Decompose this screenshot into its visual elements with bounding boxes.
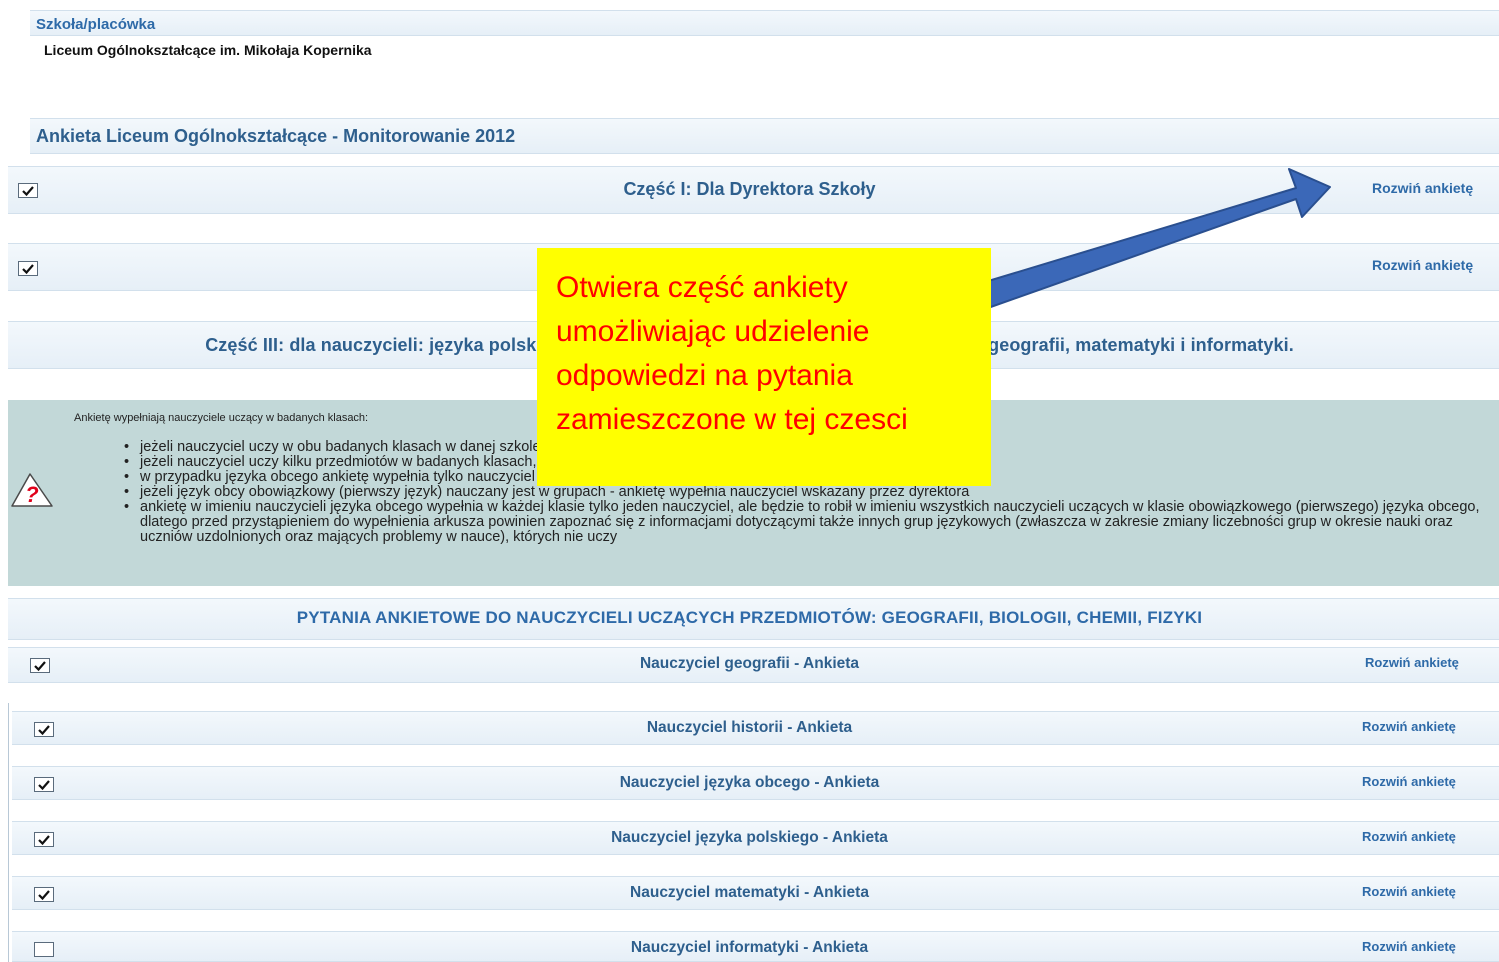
callout-text: Otwiera część ankiety umożliwiając udzie… (556, 271, 908, 436)
survey-title: Ankieta Liceum Ogólnokształcące - Monito… (36, 126, 516, 146)
school-label-bar (30, 10, 1499, 36)
help-icon: ? (11, 473, 53, 507)
expand-survey-link[interactable]: Rozwiń ankietę (1362, 939, 1456, 954)
expand-survey-link[interactable]: Rozwiń ankietę (1372, 257, 1473, 273)
survey-title: Nauczyciel języka obcego - Ankieta (619, 774, 880, 791)
survey-title: Nauczyciel geografii - Ankieta (639, 655, 860, 672)
callout-box: Otwiera część ankiety umożliwiając udzie… (537, 248, 991, 486)
expand-survey-link[interactable]: Rozwiń ankietę (1365, 655, 1459, 670)
expand-survey-link[interactable]: Rozwiń ankietę (1362, 719, 1456, 734)
svg-text:?: ? (25, 482, 38, 507)
expand-survey-link[interactable]: Rozwiń ankietę (1362, 884, 1456, 899)
survey-title: Nauczyciel matematyki - Ankieta (630, 884, 869, 901)
instructions-intro: Ankietę wypełniają nauczyciele uczący w … (74, 412, 369, 424)
survey-title: Nauczyciel informatyki - Ankieta (630, 939, 869, 956)
list-item: jeżeli język obcy obowiązkowy (pierwszy … (120, 485, 1490, 501)
school-name: Liceum Ogólnokształcące im. Mikołaja Kop… (44, 42, 372, 58)
questions-heading: PYTANIA ANKIETOWE DO NAUCZYCIELI UCZĄCYC… (296, 608, 1203, 627)
survey-title: Nauczyciel języka polskiego - Ankieta (611, 829, 888, 846)
expand-survey-link[interactable]: Rozwiń ankietę (1362, 774, 1456, 789)
part-title: Część I: Dla Dyrektora Szkoły (623, 179, 876, 199)
list-item: ankietę w imieniu nauczycieli języka obc… (120, 500, 1490, 545)
survey-title: Nauczyciel historii - Ankieta (646, 719, 853, 736)
school-label: Szkoła/placówka (36, 16, 156, 33)
expand-survey-link[interactable]: Rozwiń ankietę (1372, 180, 1473, 196)
expand-survey-link[interactable]: Rozwiń ankietę (1362, 829, 1456, 844)
